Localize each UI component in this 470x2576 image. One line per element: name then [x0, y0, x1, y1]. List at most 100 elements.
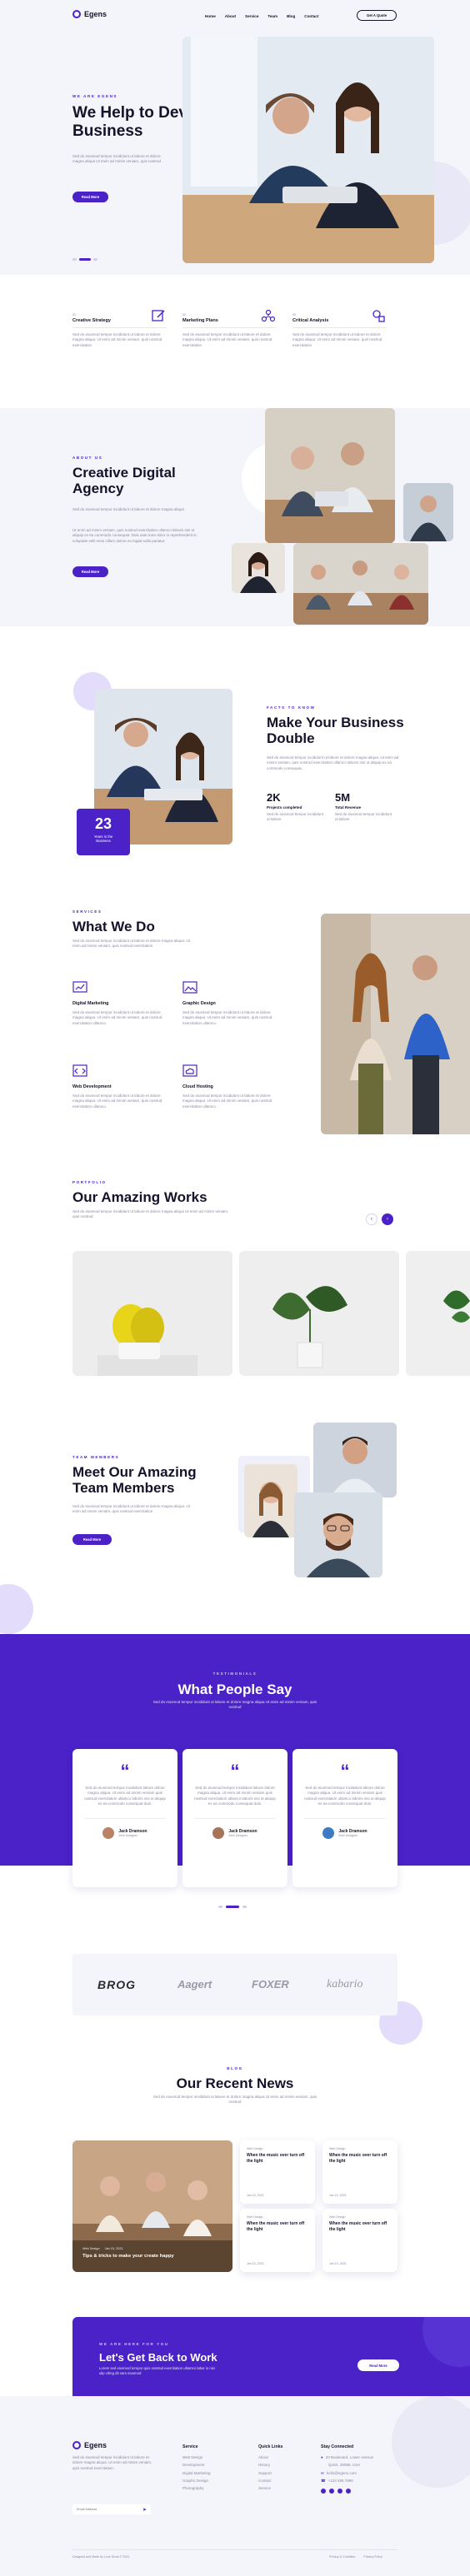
footer-link[interactable]: Development — [182, 2463, 211, 2468]
footer-link[interactable]: Web Design — [182, 2455, 211, 2460]
contact-phone[interactable]: +123 456 7890 — [328, 2479, 353, 2484]
portfolio-item[interactable] — [72, 1251, 232, 1376]
nav-about[interactable]: About — [225, 14, 236, 18]
service-title: Graphic Design — [182, 1001, 216, 1006]
testimonial-quote: Sed do eiusmod tempor incididunt labore … — [304, 1786, 386, 1806]
slider-dot[interactable] — [93, 258, 98, 261]
blog-section: BLOG Our Recent News Sed do eiusmod temp… — [0, 2030, 470, 2280]
agency-photo-side — [403, 483, 453, 541]
features-section: 01 Creative Strategy Sed do eiusmod temp… — [0, 275, 470, 408]
footer-link[interactable]: Photography — [182, 2486, 211, 2491]
facts-eyebrow: FACTS TO KNOW — [267, 705, 316, 710]
privacy-policy-link[interactable]: Privacy Policy — [363, 2555, 382, 2559]
send-icon[interactable]: ➤ — [142, 2507, 147, 2513]
logo-icon — [72, 2441, 81, 2449]
footer-link[interactable]: Digital Marketing — [182, 2471, 211, 2476]
team-title: Meet Our Amazing Team Members — [72, 1464, 222, 1496]
blog-post-card[interactable]: Web Design When the music over turn off … — [240, 2209, 315, 2272]
testimonial-quote: Sed do eiusmod tempor incididunt labore … — [84, 1786, 166, 1806]
team-member-photo[interactable] — [294, 1492, 382, 1577]
stat-text: Sed do eiusmod tempor incididunt ut labo… — [335, 812, 392, 822]
facebook-icon[interactable] — [321, 2489, 326, 2494]
stat-projects: 2K Projects completed Sed do eiusmod tem… — [267, 791, 325, 823]
testimonials-title: What People Say — [178, 1682, 292, 1697]
footer-link[interactable]: Graphic Design — [182, 2479, 211, 2484]
service-item[interactable]: Graphic Design Sed do eiusmod tempor inc… — [182, 981, 276, 1026]
hero-slider-dots — [72, 258, 98, 261]
service-title: Web Development — [72, 1084, 112, 1089]
agency-read-more-button[interactable]: Read More — [72, 566, 108, 577]
get-quote-button[interactable]: Get A Quote — [357, 10, 397, 21]
privacy-condition-link[interactable]: Privacy & Condition — [329, 2555, 355, 2559]
linkedin-icon[interactable] — [338, 2489, 342, 2494]
team-eyebrow: TEAM MEMBERS — [72, 1455, 120, 1459]
nav-contact[interactable]: Contact — [304, 14, 318, 18]
cloud-icon — [182, 1064, 198, 1077]
client-logo: FOXER — [252, 1978, 289, 1991]
feature-title: Marketing Plans — [182, 318, 218, 323]
testimonials-section: TESTIMONIALS What People Say Sed do eius… — [0, 1634, 470, 1930]
nav-home[interactable]: Home — [205, 14, 216, 18]
service-item[interactable]: Cloud Hosting Sed do eiusmod tempor inci… — [182, 1064, 276, 1109]
testimonial-card: “ Sed do eiusmod tempor incididunt labor… — [72, 1749, 178, 1887]
blog-post-card[interactable]: Web Design When the music over turn off … — [322, 2209, 398, 2272]
nav-service[interactable]: Service — [245, 14, 258, 18]
slider-dot-active[interactable] — [226, 1906, 239, 1908]
footer-logo[interactable]: Egens — [72, 2441, 107, 2449]
slider-dot[interactable] — [242, 1906, 247, 1908]
clients-section: BROG Aagert FOXER kabario — [0, 1930, 470, 2045]
team-member-photo[interactable] — [244, 1464, 298, 1537]
feature-title: Critical Analysis — [292, 318, 329, 323]
avatar — [212, 1827, 225, 1840]
footer-link[interactable]: About — [258, 2455, 282, 2460]
cta-eyebrow: WE ARE HERE FOR YOU — [99, 2342, 169, 2346]
portfolio-item[interactable] — [239, 1251, 399, 1376]
featured-post[interactable]: Web Design Jan 15, 2021 Tips & tricks to… — [72, 2140, 232, 2272]
brand-name: Egens — [84, 10, 108, 18]
team-read-more-button[interactable]: Read More — [72, 1534, 112, 1545]
post-tag: Web Design — [329, 2215, 346, 2219]
portfolio-prev-button[interactable]: ‹ — [366, 1213, 378, 1225]
feature-card: 03 Critical Analysis Sed do eiusmod temp… — [292, 308, 386, 348]
slider-dot[interactable] — [72, 258, 77, 261]
testimonial-role: Web Designer — [228, 1834, 248, 1838]
blog-post-card[interactable]: Web Design When the music over turn off … — [240, 2140, 315, 2204]
service-item[interactable]: Web Development Sed do eiusmod tempor in… — [72, 1064, 166, 1109]
team-member-photo[interactable] — [313, 1423, 397, 1497]
hero-read-more-button[interactable]: Read More — [72, 192, 108, 202]
footer-link[interactable]: Contact — [258, 2479, 282, 2484]
logo[interactable]: Egens — [72, 10, 107, 18]
client-logo: kabario — [327, 1978, 363, 1991]
footer-link[interactable]: Support — [258, 2471, 282, 2476]
cta-title: Let's Get Back to Work — [99, 2351, 218, 2364]
years-badge: 23 Years in the Business — [77, 809, 130, 855]
slider-dot[interactable] — [218, 1906, 222, 1908]
stat-value: 2K — [267, 791, 281, 804]
footer-link[interactable]: Service — [258, 2486, 282, 2491]
agency-title: Creative Digital Agency — [72, 465, 198, 496]
phone-icon: ☎ — [321, 2478, 326, 2483]
blog-post-card[interactable]: Web Design When the music over turn off … — [322, 2140, 398, 2204]
portfolio-next-button[interactable]: › — [382, 1213, 393, 1225]
portfolio-item[interactable] — [406, 1251, 470, 1376]
feature-title: Creative Strategy — [72, 318, 112, 323]
twitter-icon[interactable] — [329, 2489, 334, 2494]
nav-team[interactable]: Team — [268, 14, 278, 18]
footer-col-title: Quick Links — [258, 2444, 283, 2449]
cta-read-more-button[interactable]: Read More — [358, 2359, 399, 2371]
featured-post-title: Tips & tricks to make your create happy — [82, 2254, 174, 2259]
newsletter-email-input[interactable] — [77, 2508, 135, 2511]
contact-address: 20 Boulevard, Lower Avenue — [325, 2455, 374, 2459]
stat-text: Sed do eiusmod tempor incididunt ut labo… — [267, 812, 324, 822]
footer-link[interactable]: History — [258, 2463, 282, 2468]
services-photo — [321, 914, 470, 1134]
service-item[interactable]: Digital Marketing Sed do eiusmod tempor … — [72, 981, 166, 1026]
agency-text-2: Ut enim ad minim veniam, quis nostrud ex… — [72, 528, 197, 543]
slider-dot-active[interactable] — [79, 258, 91, 261]
nav-blog[interactable]: Blog — [287, 14, 295, 18]
post-title: When the music over turn off the light — [247, 2221, 305, 2232]
header: Egens Home About Service Team Blog Conta… — [0, 0, 470, 37]
agency-photo-woman — [232, 543, 285, 593]
instagram-icon[interactable] — [346, 2489, 351, 2494]
contact-email[interactable]: hello@egens.com — [327, 2471, 357, 2476]
